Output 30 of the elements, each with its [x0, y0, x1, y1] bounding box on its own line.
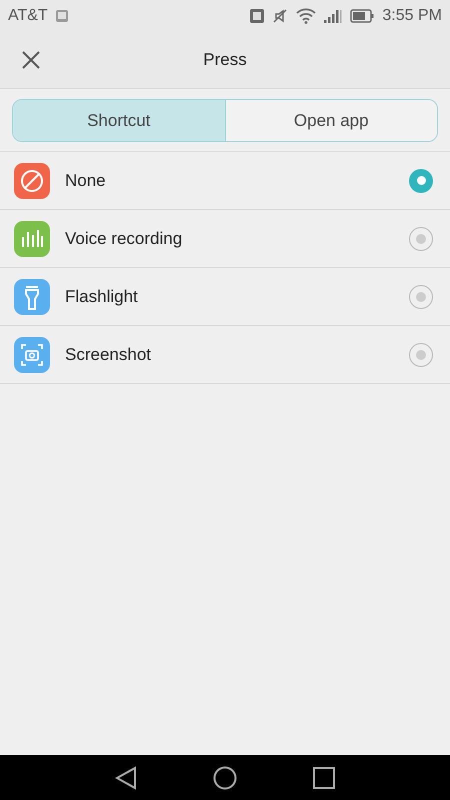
time-text: 3:55 PM [382, 7, 442, 25]
mute-icon [272, 8, 288, 24]
tab[interactable]: Shortcut [13, 100, 224, 141]
option-label: Voice recording [65, 228, 182, 248]
back-icon [115, 766, 137, 790]
radio-button[interactable] [409, 226, 433, 250]
home-icon [213, 766, 237, 790]
tab[interactable]: Open app [224, 100, 437, 141]
recents-icon [313, 766, 335, 788]
page-title: Press [203, 50, 247, 70]
camera-icon [14, 336, 50, 372]
nfc-icon [250, 9, 264, 23]
carrier-text: AT&T [8, 7, 48, 25]
signal-icon [324, 9, 342, 23]
option-label: None [65, 170, 106, 190]
radio-button[interactable] [409, 284, 433, 308]
option-label: Flashlight [65, 286, 138, 306]
flashlight-icon [14, 278, 50, 314]
wifi-icon [296, 8, 316, 24]
back-button[interactable] [115, 766, 137, 790]
radio-button[interactable] [409, 342, 433, 366]
radio-button[interactable] [409, 168, 433, 192]
option-label: Screenshot [65, 344, 151, 364]
recents-button[interactable] [313, 766, 335, 788]
battery-icon [350, 9, 374, 23]
home-button[interactable] [213, 766, 237, 790]
sound-bars-icon [14, 220, 50, 256]
close-icon [22, 51, 40, 69]
image-icon [54, 9, 69, 23]
block-icon [14, 162, 50, 198]
